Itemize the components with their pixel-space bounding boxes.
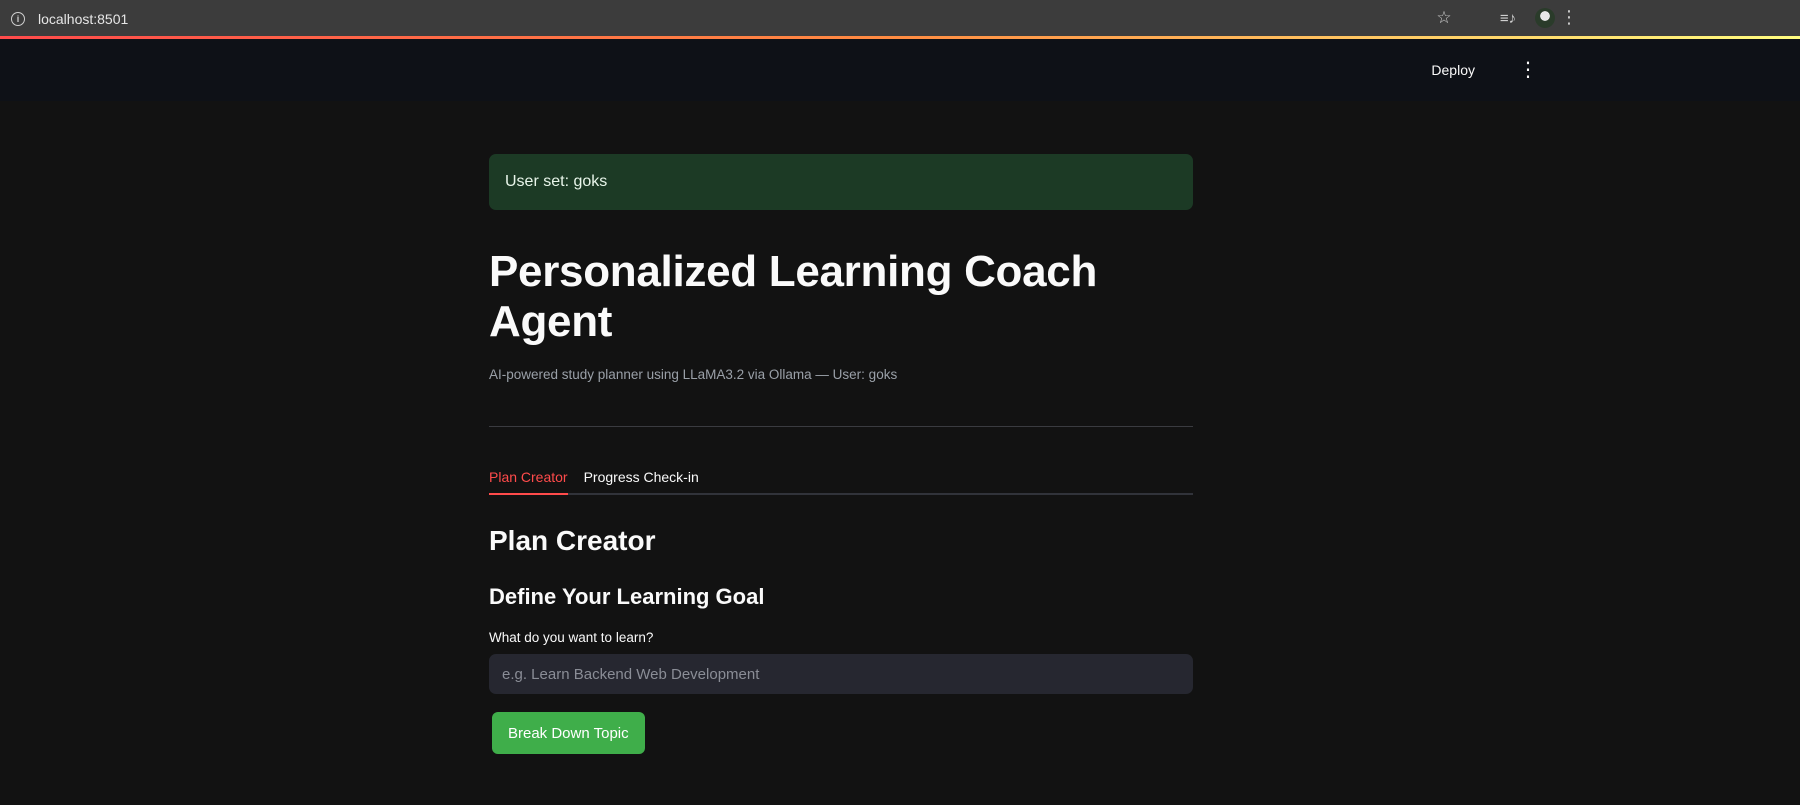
tab-bar: Plan Creator Progress Check-in [489,469,1193,495]
page-title: Personalized Learning Coach Agent [489,247,1098,346]
app-header: Deploy ⋮ [0,39,1800,101]
success-alert: User set: goks [489,154,1193,210]
browser-toolbar: i localhost:8501 ☆ ≡♪ ⋮ [0,0,1800,37]
section-heading: Plan Creator [489,525,656,556]
break-down-topic-button[interactable]: Break Down Topic [492,712,645,754]
tab-plan-creator[interactable]: Plan Creator [489,469,568,495]
page-subtitle: AI-powered study planner using LLaMA3.2 … [489,367,898,382]
deploy-button[interactable]: Deploy [1431,62,1475,78]
alert-text: User set: goks [505,173,608,190]
main-content: User set: goks Personalized Learning Coa… [489,154,1193,754]
main-menu-icon[interactable]: ⋮ [1518,57,1538,82]
tab-progress-check-in[interactable]: Progress Check-in [584,469,699,493]
avatar[interactable] [1535,8,1555,28]
address-bar[interactable]: localhost:8501 [38,11,128,27]
playlist-icon[interactable]: ≡♪ [1498,8,1518,28]
section-subheading: Define Your Learning Goal [489,584,765,609]
divider [489,426,1193,427]
star-icon[interactable]: ☆ [1434,8,1454,28]
learning-goal-label: What do you want to learn? [489,630,654,645]
learning-goal-input[interactable] [489,654,1193,694]
info-icon[interactable]: i [11,11,25,26]
more-vert-icon[interactable]: ⋮ [1560,7,1578,28]
